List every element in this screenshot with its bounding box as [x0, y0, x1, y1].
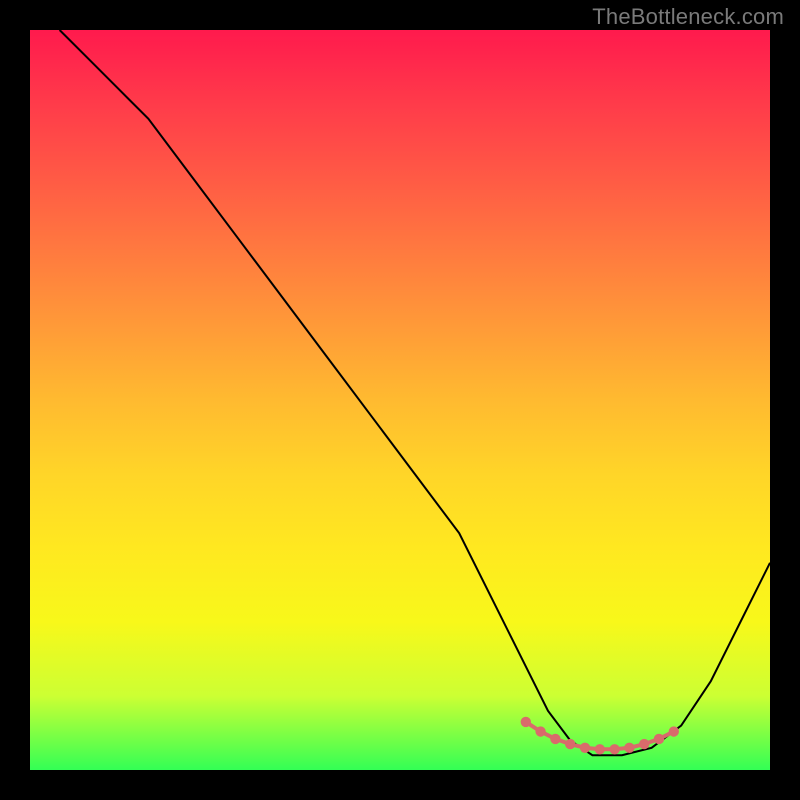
chart-frame: TheBottleneck.com	[0, 0, 800, 800]
curve-svg	[30, 30, 770, 770]
optimal-range-dot	[669, 726, 679, 736]
optimal-range-dot	[609, 744, 619, 754]
optimal-range-dot	[565, 739, 575, 749]
optimal-range-dot	[595, 744, 605, 754]
watermark-text: TheBottleneck.com	[592, 4, 784, 30]
optimal-range-dot	[639, 739, 649, 749]
optimal-range-dot	[550, 734, 560, 744]
plot-area	[30, 30, 770, 770]
optimal-range-dot	[624, 743, 634, 753]
optimal-range-dot	[654, 734, 664, 744]
optimal-range-dot	[535, 726, 545, 736]
optimal-range-dot	[521, 717, 531, 727]
optimal-range-markers	[521, 717, 679, 755]
optimal-range-dot	[580, 743, 590, 753]
bottleneck-curve	[60, 30, 770, 755]
